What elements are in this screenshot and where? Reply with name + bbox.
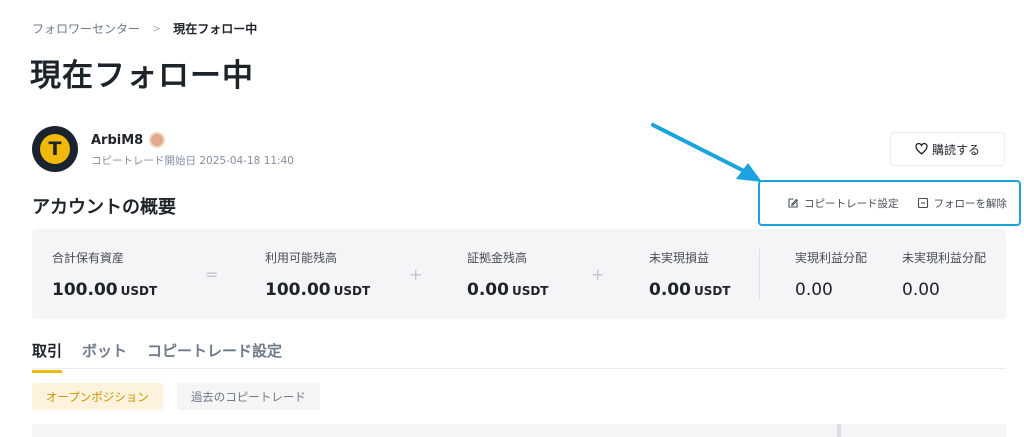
stat-value: 100.00 USDT: [52, 280, 158, 300]
copy-trade-settings-button[interactable]: コピートレード設定: [787, 196, 899, 211]
badge-icon: [149, 132, 166, 148]
stat-value: 0.00 USDT: [467, 280, 549, 300]
trader-name[interactable]: ArbiM8: [91, 133, 143, 148]
stat-margin-balance: 証拠金残高 0.00 USDT: [467, 249, 549, 300]
sub-tabs: オープンポジション 過去のコピートレード: [32, 383, 334, 410]
equals-operator: =: [205, 265, 219, 284]
stat-unrealized-profit-share: 未実現利益分配 0.00: [902, 249, 986, 300]
minus-square-icon: [917, 197, 928, 209]
stat-value: 100.00 USDT: [265, 280, 371, 300]
copy-trade-settings-label: コピートレード設定: [804, 197, 899, 210]
heart-icon: [915, 143, 928, 155]
account-overview-title: アカウントの概要: [32, 197, 176, 218]
stat-label: 未実現利益分配: [902, 251, 987, 265]
stat-realized-profit-share: 実現利益分配 0.00: [795, 249, 867, 300]
copy-start-date: コピートレード開始日 2025-04-18 11:40: [91, 155, 294, 167]
plus-operator: +: [409, 265, 423, 284]
stat-unrealized-pnl: 未実現損益 0.00 USDT: [649, 249, 731, 300]
table-header-strip: [32, 424, 1006, 437]
stat-value: 0.00: [902, 280, 940, 300]
divider: [759, 249, 760, 299]
edit-icon: [788, 198, 799, 208]
avatar-letter: T: [40, 134, 70, 164]
scrollbar[interactable]: [837, 424, 841, 437]
stat-label: 実現利益分配: [795, 251, 868, 265]
stat-label: 合計保有資産: [52, 251, 125, 265]
subtab-past-copy-trades[interactable]: 過去のコピートレード: [176, 383, 320, 410]
stat-value: 0.00 USDT: [649, 280, 731, 300]
avatar[interactable]: T: [32, 126, 78, 172]
stat-label: 利用可能残高: [265, 251, 338, 265]
breadcrumb-current: 現在フォロー中: [173, 22, 258, 36]
stat-label: 未実現損益: [649, 251, 710, 265]
stat-value: 0.00: [795, 280, 833, 300]
unfollow-button[interactable]: フォローを解除: [917, 196, 1008, 211]
stat-available-balance: 利用可能残高 100.00 USDT: [265, 249, 370, 300]
trader-name-row: ArbiM8: [91, 132, 166, 148]
subscribe-button[interactable]: 購読する: [890, 132, 1005, 166]
breadcrumb: フォロワーセンター > 現在フォロー中: [32, 20, 257, 37]
page-title: 現在フォロー中: [30, 58, 254, 94]
breadcrumb-separator: >: [152, 22, 162, 35]
unfollow-label: フォローを解除: [933, 197, 1008, 210]
stat-total-assets: 合計保有資産 100.00 USDT: [52, 249, 157, 300]
account-overview-card: 合計保有資産 100.00 USDT = 利用可能残高 100.00 USDT + …: [32, 229, 1006, 319]
plus-operator: +: [591, 265, 605, 284]
highlighted-actions: コピートレード設定 フォローを解除: [758, 180, 1021, 226]
tabs-divider: [32, 368, 1006, 369]
subtab-open-positions[interactable]: オープンポジション: [32, 383, 163, 410]
subscribe-label: 購読する: [931, 142, 980, 157]
stat-label: 証拠金残高: [467, 251, 528, 265]
breadcrumb-follower-center[interactable]: フォロワーセンター: [32, 20, 140, 37]
